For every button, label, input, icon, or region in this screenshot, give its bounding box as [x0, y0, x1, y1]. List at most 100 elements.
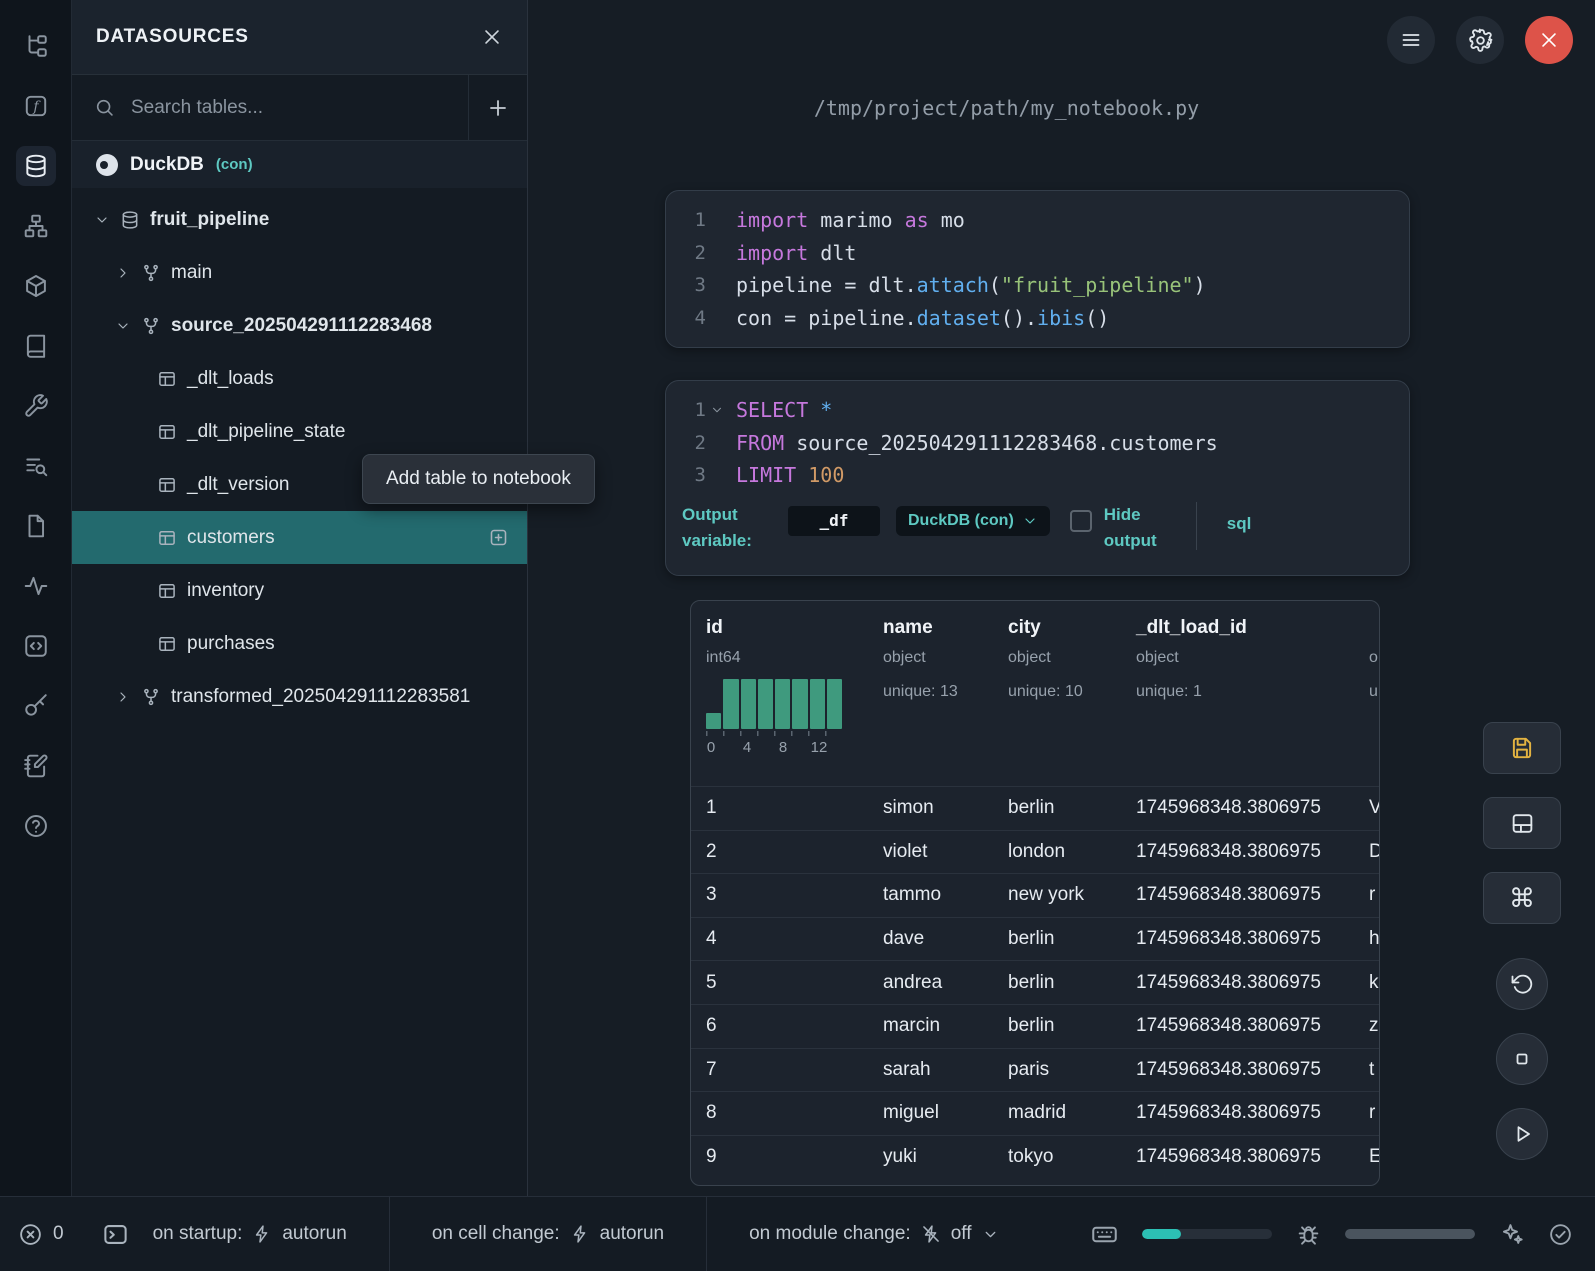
table-cell: z: [1369, 1015, 1380, 1037]
add-datasource-button[interactable]: [469, 75, 527, 140]
tree-item-source_202504291112283468[interactable]: source_202504291112283468: [72, 299, 527, 352]
rail-packages-button[interactable]: [16, 266, 56, 306]
rail-secrets-button[interactable]: [16, 686, 56, 726]
check-circle-icon[interactable]: [1548, 1222, 1573, 1247]
output-variable-input[interactable]: _df: [788, 506, 880, 536]
tree-item-label: fruit_pipeline: [150, 209, 269, 231]
hide-output-label[interactable]: Hide output: [1104, 502, 1170, 555]
undo-button[interactable]: [1496, 958, 1548, 1010]
rail-help-button[interactable]: [16, 806, 56, 846]
chevron-down-icon: [1022, 513, 1038, 529]
id-histogram: 04812: [706, 679, 842, 757]
database-icon: [120, 210, 140, 230]
chevron-right-icon[interactable]: [115, 265, 131, 281]
keyboard-slider[interactable]: [1142, 1229, 1272, 1239]
sparkles-icon[interactable]: [1499, 1222, 1524, 1247]
notebook-actions: ⌘: [1483, 722, 1561, 1160]
table-row: 2violetlondon1745968348.3806975D: [691, 830, 1379, 874]
hide-output-checkbox[interactable]: [1070, 510, 1092, 532]
run-button[interactable]: [1496, 1108, 1548, 1160]
layout-button[interactable]: [1483, 797, 1561, 849]
table-cell: tokyo: [1008, 1146, 1136, 1168]
tree-item-label: main: [171, 262, 212, 284]
rail-documents-button[interactable]: [16, 506, 56, 546]
tree-item-fruit_pipeline[interactable]: fruit_pipeline: [72, 193, 527, 246]
notebook-topbar: [1387, 16, 1573, 64]
line-number: 3: [666, 274, 736, 296]
chevron-down-icon: [982, 1226, 999, 1243]
rail-snippets-button[interactable]: [16, 626, 56, 666]
python-code-editor: 1import marimo as mo2import dlt3pipeline…: [666, 204, 1409, 334]
save-button[interactable]: [1483, 722, 1561, 774]
panel-header: DATASOURCES: [72, 0, 527, 75]
output-variable-label: Output variable:: [682, 502, 780, 555]
datasources-icon: [23, 153, 49, 179]
column-header-_dlt_load_id: _dlt_load_idobjectunique: 1: [1136, 617, 1369, 786]
table-cell: miguel: [883, 1102, 1008, 1124]
terminal-button[interactable]: [102, 1221, 129, 1248]
command-palette-button[interactable]: ⌘: [1483, 872, 1561, 924]
snippets-icon: [23, 633, 49, 659]
on-cell-change-setting[interactable]: on cell change: autorun: [389, 1197, 706, 1271]
tree-item-_dlt_pipeline_state[interactable]: _dlt_pipeline_state: [72, 405, 527, 458]
table-row: 6marcinberlin1745968348.3806975z: [691, 1004, 1379, 1048]
on-startup-setting[interactable]: on startup: autorun: [153, 1197, 389, 1271]
rail-tracing-button[interactable]: [16, 566, 56, 606]
add-table-to-notebook-button[interactable]: [488, 527, 509, 548]
logs-icon: [23, 453, 49, 479]
packages-icon: [23, 273, 49, 299]
code-line: 4con = pipeline.dataset().ibis(): [666, 302, 1409, 335]
close-app-button[interactable]: [1525, 16, 1573, 64]
stop-button[interactable]: [1496, 1033, 1548, 1085]
duckdb-connection-row[interactable]: DuckDB (con): [72, 141, 527, 188]
chevron-down-icon[interactable]: [115, 318, 131, 334]
rail-dependencies-button[interactable]: [16, 206, 56, 246]
chevron-down-icon[interactable]: [94, 212, 110, 228]
close-panel-button[interactable]: [481, 26, 503, 48]
chevron-right-icon[interactable]: [115, 689, 131, 705]
sql-cell[interactable]: 1SELECT *2FROM source_202504291112283468…: [665, 380, 1410, 576]
code-line: 2import dlt: [666, 237, 1409, 270]
python-cell[interactable]: 1import marimo as mo2import dlt3pipeline…: [665, 190, 1410, 348]
rail-scratchpad-button[interactable]: [16, 746, 56, 786]
table-cell: 2: [706, 841, 883, 863]
search-tables-input[interactable]: [129, 96, 468, 120]
rail-file-tree-button[interactable]: [16, 26, 56, 66]
sql-code-editor: 1SELECT *2FROM source_202504291112283468…: [666, 394, 1409, 492]
language-label[interactable]: sql: [1227, 514, 1252, 534]
results-table: idint6404812nameobjectunique: 13cityobje…: [690, 600, 1380, 1186]
tree-item-customers[interactable]: customers: [72, 511, 527, 564]
error-count: 0: [53, 1223, 64, 1245]
table-cell: berlin: [1008, 928, 1136, 950]
table-cell: tammo: [883, 884, 1008, 906]
table-cell: violet: [883, 841, 1008, 863]
functions-icon: f: [23, 93, 49, 119]
tree-item-inventory[interactable]: inventory: [72, 564, 527, 617]
rail-docs-button[interactable]: [16, 326, 56, 366]
rail-functions-button[interactable]: f: [16, 86, 56, 126]
tree-item-purchases[interactable]: purchases: [72, 617, 527, 670]
column-header-id: idint6404812: [706, 617, 883, 786]
collapse-cell-icon[interactable]: [710, 403, 724, 417]
settings-button[interactable]: [1456, 16, 1504, 64]
tree-item-transformed_202504291112283581[interactable]: transformed_202504291112283581: [72, 670, 527, 723]
table-cell: V: [1369, 797, 1380, 819]
rail-tools-button[interactable]: [16, 386, 56, 426]
engine-select[interactable]: DuckDB (con): [896, 506, 1050, 536]
keyboard-icon[interactable]: [1091, 1221, 1118, 1248]
menu-button[interactable]: [1387, 16, 1435, 64]
notebook-filename[interactable]: /tmp/project/path/my_notebook.py: [528, 96, 1485, 120]
code-text: import dlt: [736, 241, 856, 265]
table-cell: 7: [706, 1059, 883, 1081]
debug-slider[interactable]: [1345, 1229, 1475, 1239]
errors-indicator[interactable]: 0: [0, 1222, 64, 1247]
rail-datasources-button[interactable]: [16, 146, 56, 186]
bug-icon[interactable]: [1296, 1222, 1321, 1247]
tree-item-_dlt_loads[interactable]: _dlt_loads: [72, 352, 527, 405]
on-module-change-setting[interactable]: on module change: off: [706, 1197, 1040, 1271]
bolt-off-icon: [921, 1224, 941, 1244]
line-number: 2: [666, 432, 736, 454]
tree-item-main[interactable]: main: [72, 246, 527, 299]
rail-logs-button[interactable]: [16, 446, 56, 486]
search-row: [72, 75, 527, 141]
